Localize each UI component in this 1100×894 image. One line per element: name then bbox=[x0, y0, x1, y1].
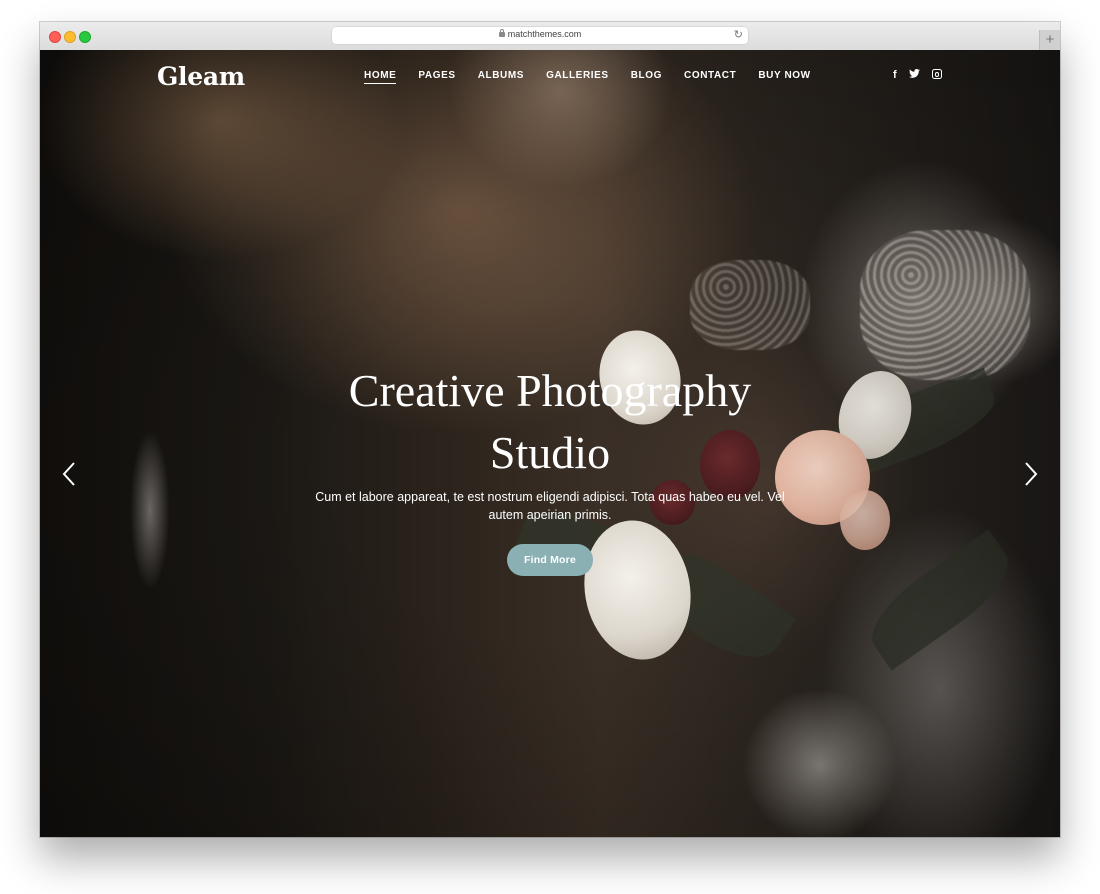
url-text: matchthemes.com bbox=[507, 29, 582, 39]
minimize-window-button[interactable] bbox=[64, 31, 76, 43]
nav-contact[interactable]: CONTACT bbox=[684, 70, 736, 84]
facebook-icon[interactable]: f bbox=[893, 69, 897, 81]
find-more-button[interactable]: Find More bbox=[507, 544, 593, 576]
chevron-right-icon[interactable] bbox=[1023, 460, 1039, 488]
address-bar[interactable]: matchthemes.com ↻ bbox=[332, 27, 748, 44]
close-window-button[interactable] bbox=[49, 31, 61, 43]
nav-blog[interactable]: BLOG bbox=[631, 70, 662, 84]
browser-window: matchthemes.com ↻ + Gleam HOME PAGES ALB… bbox=[40, 22, 1060, 837]
nav-home[interactable]: HOME bbox=[364, 70, 397, 84]
social-links: f bbox=[893, 68, 966, 81]
chevron-left-icon[interactable] bbox=[61, 460, 77, 488]
site-logo[interactable]: Gleam bbox=[157, 62, 245, 91]
zoom-window-button[interactable] bbox=[79, 31, 91, 43]
hero-headline-line1: Creative Photography bbox=[348, 365, 752, 416]
browser-toolbar: matchthemes.com ↻ + bbox=[40, 22, 1060, 51]
lock-icon bbox=[498, 29, 505, 37]
reload-icon[interactable]: ↻ bbox=[734, 29, 743, 41]
main-nav: HOME PAGES ALBUMS GALLERIES BLOG CONTACT… bbox=[364, 70, 833, 84]
hero-headline-line2: Studio bbox=[489, 427, 611, 478]
new-tab-button[interactable]: + bbox=[1039, 30, 1060, 50]
hero-subtext: Cum et labore appareat, te est nostrum e… bbox=[315, 490, 785, 522]
nav-pages[interactable]: PAGES bbox=[418, 70, 455, 84]
twitter-icon[interactable] bbox=[908, 68, 920, 81]
nav-galleries[interactable]: GALLERIES bbox=[546, 70, 609, 84]
instagram-icon[interactable] bbox=[931, 68, 954, 81]
hero-headline: Creative Photography Studio bbox=[40, 360, 1060, 484]
nav-buy-now[interactable]: BUY NOW bbox=[758, 70, 810, 84]
nav-albums[interactable]: ALBUMS bbox=[478, 70, 524, 84]
url-display: matchthemes.com bbox=[332, 29, 748, 39]
hero-slider: Gleam HOME PAGES ALBUMS GALLERIES BLOG C… bbox=[40, 50, 1060, 837]
